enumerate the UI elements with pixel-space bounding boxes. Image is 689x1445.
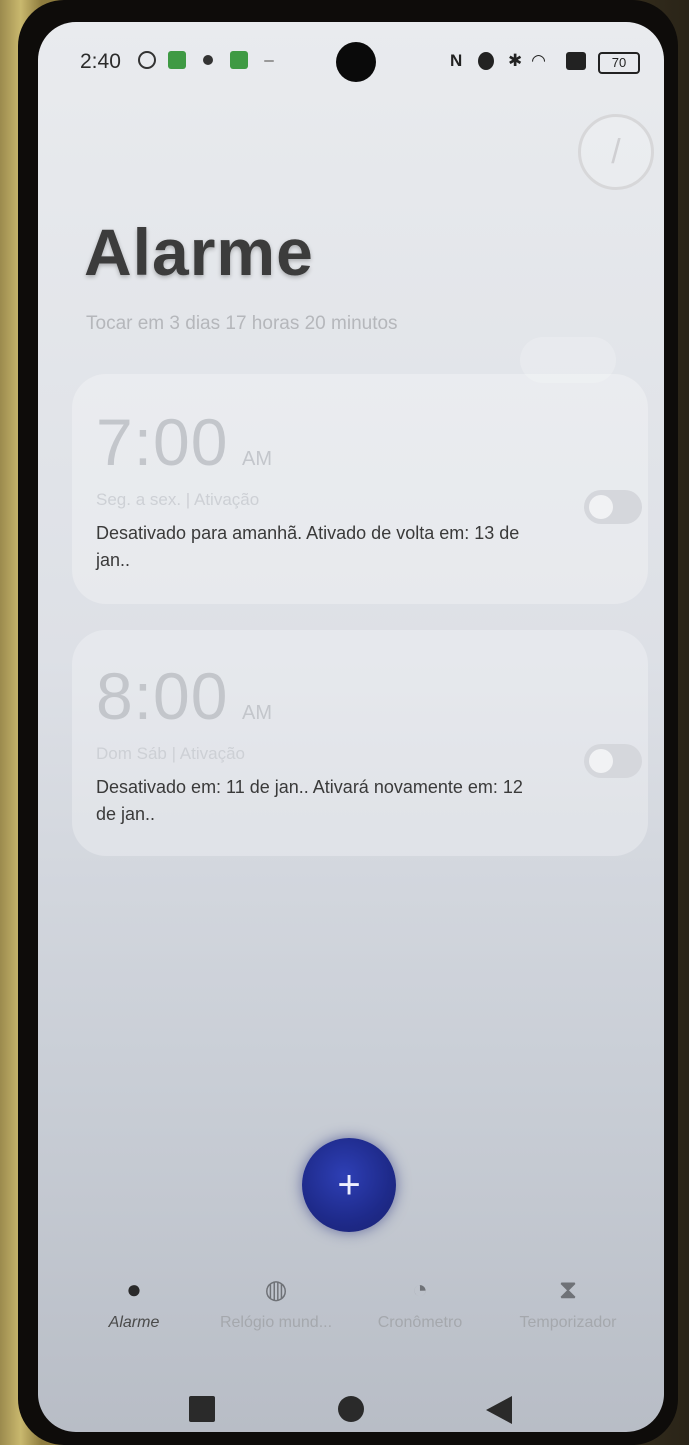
alarm-status-icon <box>478 52 494 70</box>
alarm-ampm: AM <box>242 702 272 724</box>
nav-label: Relógio mund... <box>219 1314 333 1331</box>
nav-label: Temporizador <box>519 1314 617 1331</box>
alarm-card[interactable]: 7:00 AM Seg. a sex. | Ativação Desativad… <box>72 374 648 604</box>
nfc-icon: N <box>450 51 463 70</box>
alarm-time: 8:00 <box>96 659 229 733</box>
pencil-icon: / <box>611 133 621 171</box>
add-alarm-button[interactable]: + <box>302 1138 396 1232</box>
alarm-time: 7:00 <box>96 405 229 479</box>
stopwatch-icon: ◔ <box>412 1274 428 1304</box>
alarm-repeat-days: Dom Sáb | Ativação <box>96 744 245 763</box>
notification-dot-icon <box>203 55 213 65</box>
sim-status-icon <box>566 52 586 70</box>
nav-item-alarm[interactable]: ● Alarme <box>56 1274 212 1332</box>
edit-button[interactable]: / <box>578 114 654 190</box>
phone-screen: 2:40 N ✱ ◠ 70 / Alarme Tocar em 3 dias 1… <box>38 22 664 1432</box>
status-time: 2:40 <box>80 50 121 73</box>
alarm-toggle[interactable] <box>584 744 642 778</box>
bottom-navigation: ● Alarme ◍ Relógio mund... ◔ Cronômetro … <box>38 1274 664 1354</box>
alarm-toggle[interactable] <box>584 490 642 524</box>
recent-apps-button[interactable] <box>189 1396 215 1422</box>
browser-notification-icon <box>138 51 156 69</box>
globe-icon: ◍ <box>264 1274 288 1304</box>
bluetooth-icon: ✱ <box>508 51 523 70</box>
alarm-status-note: Desativado para amanhã. Ativado de volta… <box>96 523 520 570</box>
alarm-card[interactable]: 8:00 AM Dom Sáb | Ativação Desativado em… <box>72 630 648 856</box>
home-button[interactable] <box>338 1396 364 1422</box>
hourglass-icon: ⧗ <box>558 1274 578 1304</box>
nav-item-world-clock[interactable]: ◍ Relógio mund... <box>198 1274 354 1332</box>
alarm-clock-icon: ● <box>126 1274 142 1304</box>
alarm-repeat-days: Seg. a sex. | Ativação <box>96 490 260 509</box>
nav-item-timer[interactable]: ⧗ Temporizador <box>490 1274 646 1332</box>
plus-icon: + <box>337 1163 361 1207</box>
back-button[interactable] <box>486 1396 512 1424</box>
nav-label: Cronômetro <box>377 1314 463 1331</box>
system-navigation-bar <box>38 1390 664 1430</box>
nav-item-stopwatch[interactable]: ◔ Cronômetro <box>342 1274 498 1332</box>
page-title: Alarme <box>84 215 314 289</box>
alarm-ampm: AM <box>242 448 272 470</box>
more-notifications-icon <box>264 60 274 62</box>
app-notification-icon <box>168 51 186 69</box>
front-camera <box>336 42 376 82</box>
battery-indicator: 70 <box>598 52 640 74</box>
app-notification-icon-2 <box>230 51 248 69</box>
wifi-icon: ◠ <box>532 51 546 70</box>
next-alarm-subtitle: Tocar em 3 dias 17 horas 20 minutos <box>86 313 398 334</box>
nav-label: Alarme <box>108 1314 160 1331</box>
alarm-status-note: Desativado em: 11 de jan.. Ativará novam… <box>96 777 523 824</box>
